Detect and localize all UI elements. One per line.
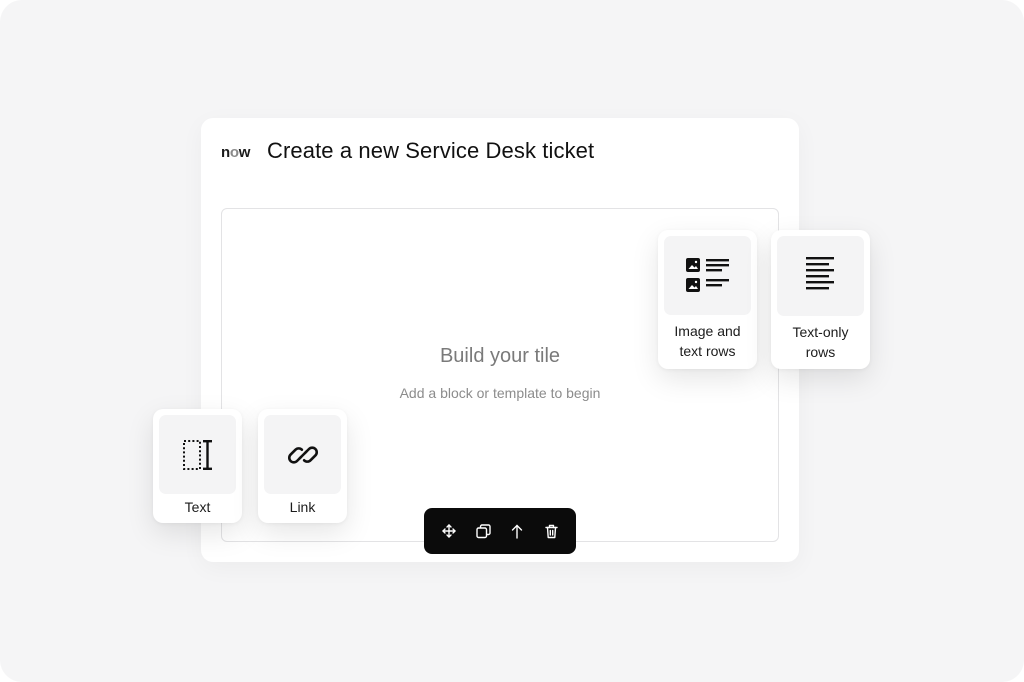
block-link[interactable]: Link <box>258 409 347 523</box>
block-label: Link <box>289 499 316 515</box>
delete-icon <box>544 524 558 538</box>
template-label-line2: rows <box>805 344 836 360</box>
text-rows-icon <box>805 257 834 290</box>
delete-button[interactable] <box>537 517 565 545</box>
link-icon <box>287 445 318 464</box>
text-cursor-icon <box>182 439 212 470</box>
move-up-button[interactable] <box>503 517 531 545</box>
block-text[interactable]: Text <box>153 409 242 523</box>
template-image-and-text-rows[interactable]: Image and text rows <box>658 230 757 369</box>
template-label-line1: Text-only <box>792 324 849 340</box>
template-text-only-rows[interactable]: Text-only rows <box>771 230 870 369</box>
image-text-rows-icon <box>685 257 729 292</box>
duplicate-button[interactable] <box>469 517 497 545</box>
page-title: Create a new Service Desk ticket <box>267 138 595 163</box>
duplicate-icon <box>475 523 491 538</box>
empty-state-subtitle: Add a block or template to begin <box>399 385 601 401</box>
template-label-line1: Image and <box>674 323 741 339</box>
block-action-toolbar <box>424 508 576 554</box>
template-label-line2: text rows <box>679 343 736 359</box>
move-icon <box>442 524 456 538</box>
block-label: Text <box>184 499 211 515</box>
move-up-icon <box>511 524 523 539</box>
brand-logo: now <box>221 144 251 161</box>
move-button[interactable] <box>435 517 463 545</box>
